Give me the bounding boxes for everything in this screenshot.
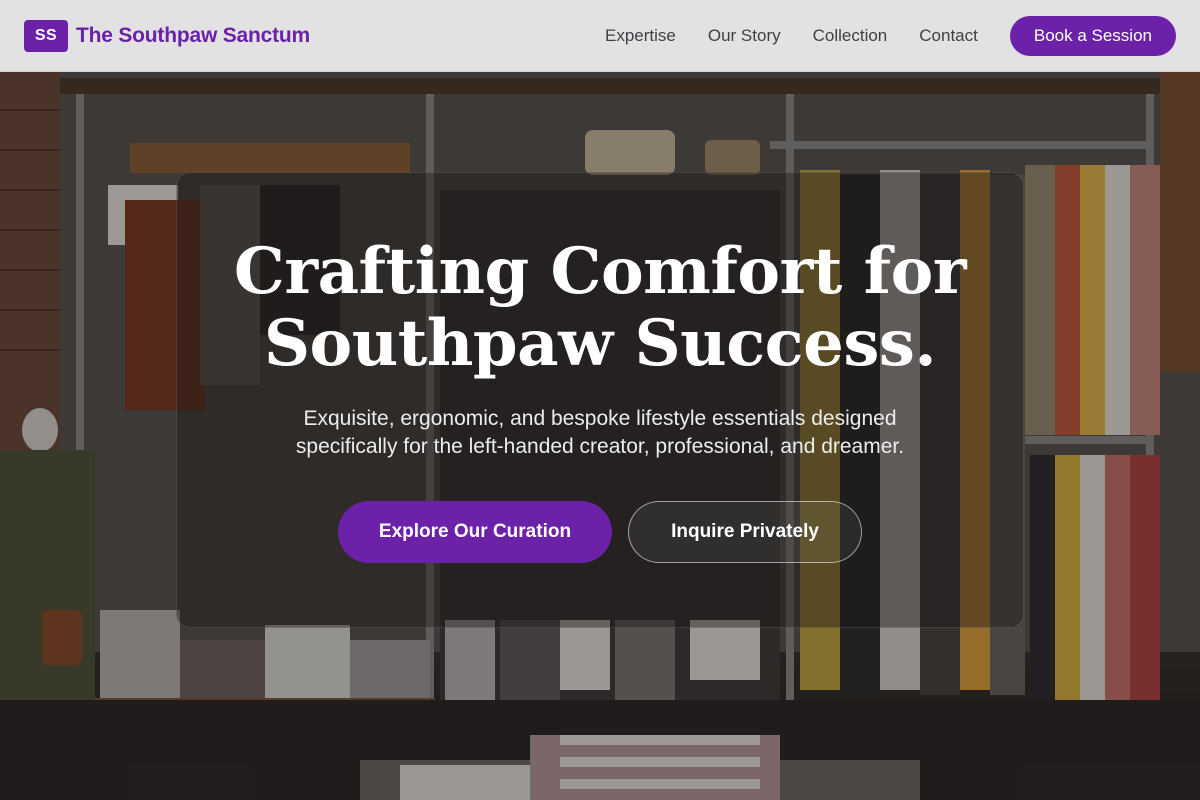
- brand-name: The Southpaw Sanctum: [76, 23, 311, 47]
- nav-link-our-story[interactable]: Our Story: [708, 26, 781, 46]
- hero-title: Crafting Comfort for Southpaw Success.: [0, 236, 1200, 380]
- site-header: SS The Southpaw Sanctum Expertise Our St…: [0, 0, 1200, 72]
- hero-title-line-1: Crafting Comfort for: [233, 234, 967, 309]
- nav-link-collection[interactable]: Collection: [813, 26, 888, 46]
- hero-subtitle: Exquisite, ergonomic, and bespoke lifest…: [0, 405, 1200, 461]
- book-session-button[interactable]: Book a Session: [1009, 15, 1176, 56]
- brand-monogram: SS: [24, 19, 68, 52]
- nav-link-contact[interactable]: Contact: [919, 26, 978, 46]
- hero-subtitle-line-1: Exquisite, ergonomic, and bespoke lifest…: [303, 407, 897, 430]
- inquire-privately-button[interactable]: Inquire Privately: [628, 501, 862, 563]
- hero-title-line-2: Southpaw Success.: [263, 306, 937, 381]
- hero-cta-group: Explore Our Curation Inquire Privately: [338, 501, 862, 563]
- main-nav: Expertise Our Story Collection Contact B…: [605, 15, 1176, 56]
- nav-link-expertise[interactable]: Expertise: [605, 26, 676, 46]
- hero-subtitle-line-2: specifically for the left-handed creator…: [295, 435, 905, 458]
- brand-logo-link[interactable]: SS The Southpaw Sanctum: [24, 19, 311, 52]
- explore-curation-button[interactable]: Explore Our Curation: [338, 501, 612, 563]
